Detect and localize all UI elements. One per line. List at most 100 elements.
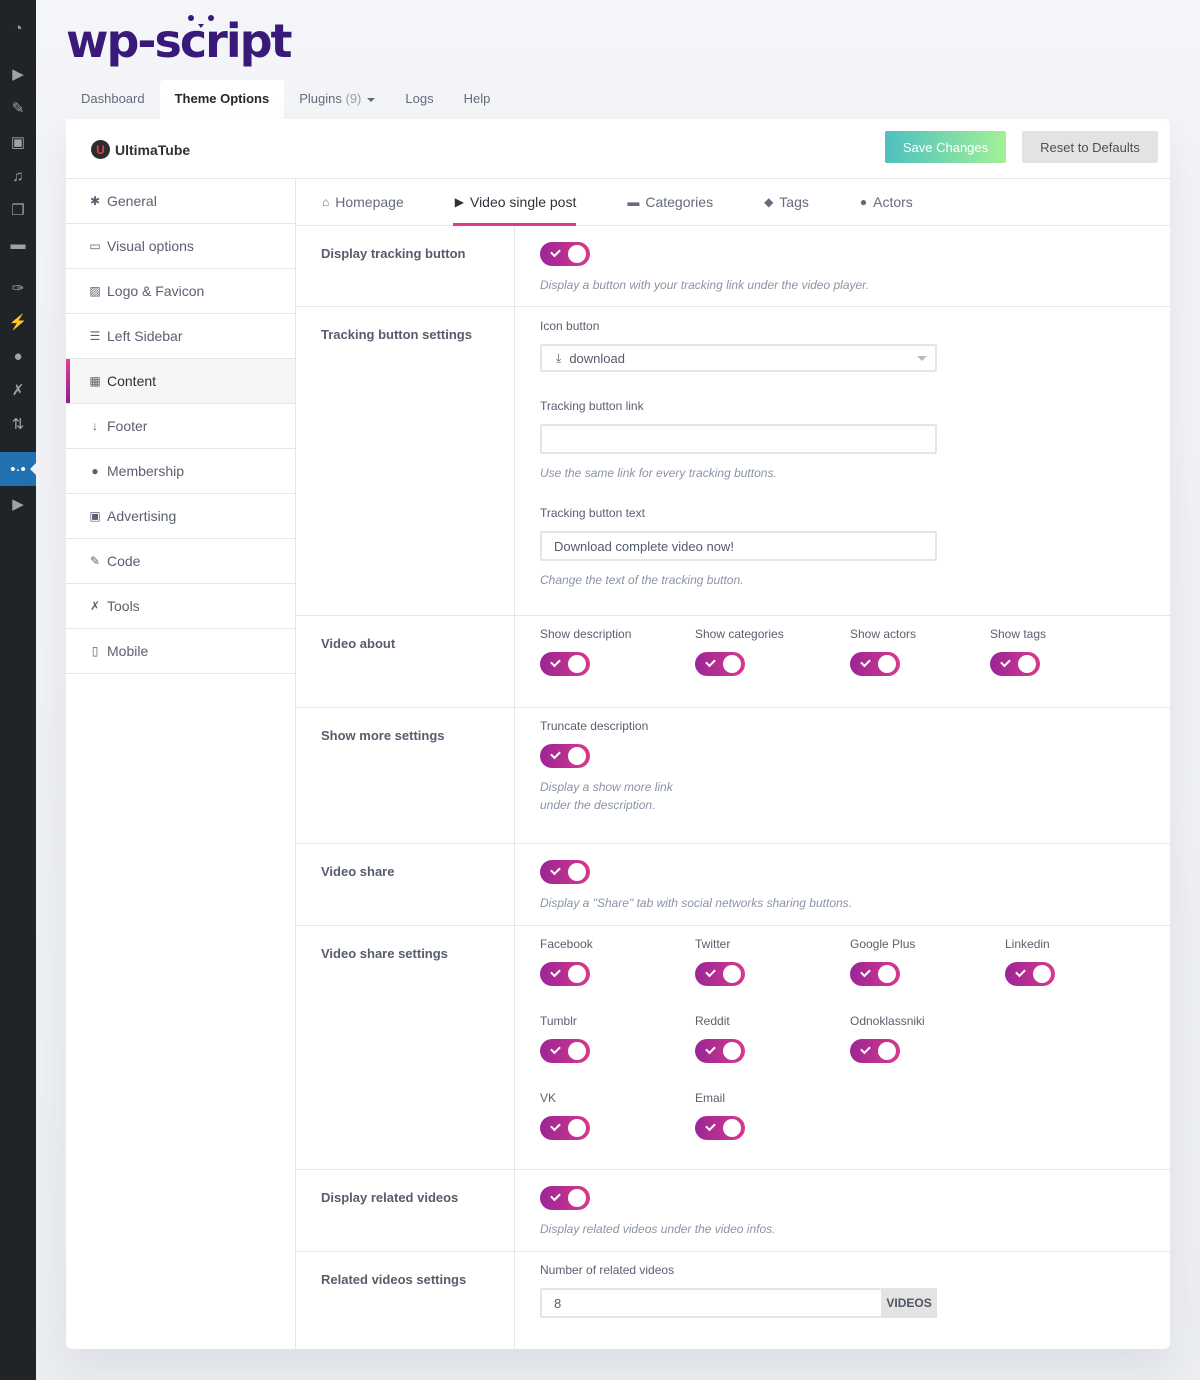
help-text: Display related videos under the video i… [540, 1222, 776, 1236]
sidenav-item-mobile[interactable]: ▯ Mobile [66, 629, 295, 674]
download-icon: ⤓ [556, 350, 562, 365]
subtab-actors[interactable]: ● Actors [860, 179, 913, 225]
sidenav-item-advertising[interactable]: ▣ Advertising [66, 494, 295, 539]
videos-suffix: VIDEOS [881, 1288, 937, 1318]
option-facebook: Facebook [540, 937, 695, 986]
tumblr-toggle[interactable] [540, 1039, 590, 1063]
option-show-actors: Show actors [850, 627, 990, 676]
sidenav-item-left-sidebar[interactable]: ☰ Left Sidebar [66, 314, 295, 359]
sidenav-item-tools[interactable]: ✗ Tools [66, 584, 295, 629]
gallery-icon[interactable]: ▣ [0, 125, 36, 159]
sidenav-label: Mobile [107, 643, 149, 659]
media-icon[interactable]: ♫ [0, 159, 36, 193]
options-sidenav: ✱ General ▭ Visual options ▨ Logo & Favicon… [66, 179, 296, 1350]
odnoklassniki-toggle[interactable] [850, 1039, 900, 1063]
show-tags-toggle[interactable] [990, 652, 1040, 676]
folder-icon: ▬ [627, 195, 640, 209]
subtab-label: Tags [779, 194, 809, 210]
email-toggle[interactable] [695, 1116, 745, 1140]
option-show-categories: Show categories [695, 627, 850, 676]
tracking-text-input[interactable] [540, 531, 937, 561]
row-label: Display tracking button [296, 226, 515, 306]
sidenav-item-visual-options[interactable]: ▭ Visual options [66, 224, 295, 269]
pin-icon[interactable]: ✎ [0, 91, 36, 125]
select-value: download [569, 350, 625, 366]
sidenav-label: Footer [107, 418, 148, 434]
monitor-icon: ▭ [89, 239, 101, 253]
related-count-input[interactable] [540, 1288, 882, 1318]
row-video-share: Video share Display a "Share" tab with s… [296, 844, 1170, 926]
list-icon: ☰ [89, 329, 101, 343]
subtab-video-single-post[interactable]: ▶ Video single post [452, 179, 577, 226]
video-icon[interactable]: ▶ [0, 487, 36, 521]
row-show-more-settings: Show more settings Truncate description … [296, 708, 1170, 844]
tools-icon[interactable]: ✗ [0, 373, 36, 407]
sidenav-label: Logo & Favicon [107, 283, 205, 299]
play-icon: ▶ [454, 195, 464, 209]
subtab-label: Video single post [469, 194, 577, 210]
google-plus-toggle[interactable] [850, 962, 900, 986]
sidenav-item-content[interactable]: ▦ Content [66, 359, 295, 404]
top-nav: Dashboard Theme Options Plugins (9) Logs… [66, 80, 505, 119]
help-text: Display a "Share" tab with social networ… [540, 896, 853, 910]
money-icon: ▣ [89, 509, 101, 523]
wrench-icon: ✗ [89, 599, 101, 613]
related-videos-toggle[interactable] [540, 1186, 590, 1210]
show-actors-toggle[interactable] [850, 652, 900, 676]
comments-icon[interactable]: ▬ [0, 227, 36, 261]
users-icon[interactable]: ● [0, 339, 36, 373]
tracking-button-toggle[interactable] [540, 242, 590, 266]
wp-script-icon[interactable]: •·• [0, 452, 36, 486]
icon-button-select[interactable]: ⤓ download [540, 344, 937, 372]
video-share-toggle[interactable] [540, 860, 590, 884]
sidenav-item-footer[interactable]: ↓ Footer [66, 404, 295, 449]
dashboard-icon[interactable]: ◔ [0, 11, 36, 45]
sidenav-item-general[interactable]: ✱ General [66, 179, 295, 224]
field-label: Email [695, 1091, 726, 1105]
tab-help[interactable]: Help [449, 80, 506, 119]
show-categories-toggle[interactable] [695, 652, 745, 676]
linkedin-toggle[interactable] [1005, 962, 1055, 986]
appearance-icon[interactable]: ✑ [0, 271, 36, 305]
sidenav-item-membership[interactable]: ● Membership [66, 449, 295, 494]
pages-icon[interactable]: ❐ [0, 193, 36, 227]
help-line: Display a show more link [540, 780, 673, 794]
theme-name: UltimaTube [115, 141, 191, 158]
user-icon: ● [91, 464, 99, 478]
field-label: Twitter [695, 937, 731, 951]
vk-toggle[interactable] [540, 1116, 590, 1140]
sidenav-label: General [107, 193, 157, 209]
media-play-icon[interactable]: ▶ [0, 57, 36, 91]
reset-defaults-button[interactable]: Reset to Defaults [1022, 131, 1158, 163]
save-changes-button[interactable]: Save Changes [885, 131, 1006, 163]
help-text: Use the same link for every tracking but… [540, 466, 777, 480]
tab-theme-options[interactable]: Theme Options [159, 80, 285, 119]
option-tumblr: Tumblr [540, 1014, 695, 1063]
sidenav-item-logo-favicon[interactable]: ▨ Logo & Favicon [66, 269, 295, 314]
sidenav-label: Visual options [107, 238, 194, 254]
row-video-about: Video about Show description Show catego… [296, 616, 1170, 708]
reddit-toggle[interactable] [695, 1039, 745, 1063]
logo-panda-icon [188, 15, 214, 28]
wp-admin-sidebar: ◔ ▶ ✎ ▣ ♫ ❐ ▬ ✑ ⚡ ● ✗ ⇅ •·• ▶ [0, 0, 36, 1380]
tracking-link-input[interactable] [540, 424, 937, 454]
twitter-toggle[interactable] [695, 962, 745, 986]
option-show-tags: Show tags [990, 627, 1130, 676]
option-vk: VK [540, 1091, 695, 1140]
subtab-homepage[interactable]: ⌂ Homepage [322, 179, 404, 225]
sidenav-item-code[interactable]: ✎ Code [66, 539, 295, 584]
facebook-toggle[interactable] [540, 962, 590, 986]
subtab-categories[interactable]: ▬ Categories [627, 179, 713, 225]
option-linkedin: Linkedin [1005, 937, 1160, 986]
settings-icon[interactable]: ⇅ [0, 407, 36, 441]
subtab-tags[interactable]: ◆ Tags [764, 179, 809, 225]
tab-logs[interactable]: Logs [390, 80, 448, 119]
ultimatube-logo-icon: U [91, 140, 110, 159]
tab-plugins[interactable]: Plugins (9) [284, 80, 390, 119]
show-description-toggle[interactable] [540, 652, 590, 676]
help-text: Display a button with your tracking link… [540, 278, 870, 292]
plugins-icon[interactable]: ⚡ [0, 305, 36, 339]
truncate-description-toggle[interactable] [540, 744, 590, 768]
field-label: Number of related videos [540, 1263, 675, 1277]
tab-dashboard[interactable]: Dashboard [66, 80, 160, 119]
